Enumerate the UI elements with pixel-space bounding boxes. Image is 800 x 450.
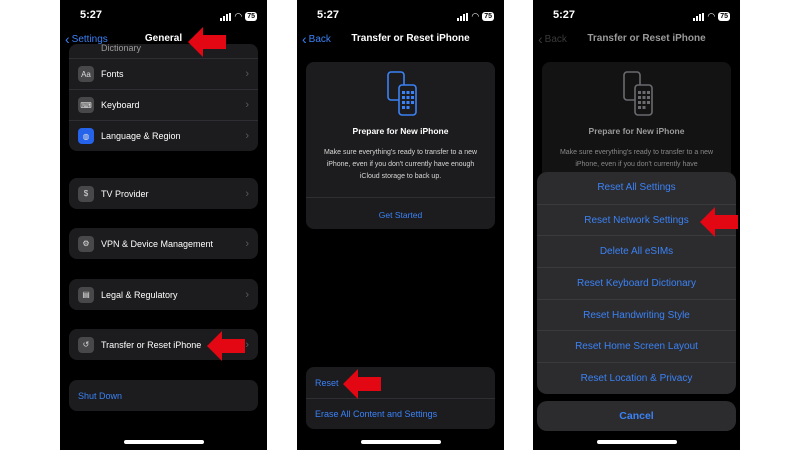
annotation-arrow-transfer — [207, 331, 245, 361]
reset-handwriting-style-option[interactable]: Reset Handwriting Style — [537, 298, 736, 331]
erase-all-button[interactable]: Erase All Content and Settings — [306, 398, 495, 429]
list-item-fonts[interactable]: Aa Fonts › — [69, 58, 258, 89]
cancel-button[interactable]: Cancel — [537, 401, 736, 431]
chevron-right-icon: › — [245, 338, 249, 351]
settings-group-shutdown: Shut Down — [69, 380, 258, 411]
gear-icon: ⚙ — [78, 235, 94, 252]
fonts-icon: Aa — [78, 66, 94, 82]
tv-provider-icon: $ — [78, 185, 94, 202]
chevron-right-icon: › — [245, 68, 249, 80]
settings-group-legal: ▤ Legal & Regulatory › — [69, 279, 258, 310]
nav-bar: ‹ Back Transfer or Reset iPhone — [533, 32, 740, 49]
get-started-button[interactable]: Get Started — [306, 210, 495, 220]
settings-group-vpn: ⚙ VPN & Device Management › — [69, 228, 258, 259]
document-icon: ▤ — [78, 286, 94, 303]
chevron-right-icon: › — [245, 237, 249, 250]
wifi-icon: ◠ — [234, 11, 243, 21]
list-item-language-region[interactable]: ◍ Language & Region › — [69, 120, 258, 151]
annotation-arrow-general — [188, 27, 226, 57]
list-item-tv-provider[interactable]: $ TV Provider › — [69, 178, 258, 209]
cellular-signal-icon — [693, 12, 705, 21]
reset-action-sheet: Reset All Settings Reset Network Setting… — [537, 172, 736, 394]
cellular-signal-icon — [457, 12, 469, 21]
page-title: General — [144, 33, 183, 44]
chevron-right-icon: › — [245, 288, 249, 301]
page-title: Transfer or Reset iPhone — [587, 33, 706, 44]
home-indicator — [597, 440, 677, 444]
status-bar: 5:27 ◠ 75 — [297, 9, 504, 25]
reset-keyboard-dictionary-option[interactable]: Reset Keyboard Dictionary — [537, 267, 736, 299]
shut-down-button[interactable]: Shut Down — [69, 380, 258, 411]
keyboard-icon: ⌨ — [78, 97, 94, 113]
battery-icon: 75 — [718, 12, 730, 21]
phone-screen-transfer-reset: 5:27 ◠ 75 ‹ Back Transfer or Reset iPhone — [297, 0, 504, 450]
reset-button[interactable]: Reset — [306, 367, 495, 398]
reset-arrow-icon: ↺ — [78, 336, 94, 353]
home-indicator — [361, 440, 441, 444]
list-item-dictionary[interactable]: Dictionary — [69, 44, 258, 58]
list-item-vpn[interactable]: ⚙ VPN & Device Management › — [69, 228, 258, 259]
wifi-icon: ◠ — [471, 11, 480, 21]
phone-screen-general: 5:27 ◠ 75 ‹ Settings General Dictionary A… — [60, 0, 267, 450]
tutorial-canvas: 5:27 ◠ 75 ‹ Settings General Dictionary A… — [0, 0, 800, 450]
reset-home-screen-layout-option[interactable]: Reset Home Screen Layout — [537, 330, 736, 362]
chevron-right-icon: › — [245, 99, 249, 111]
nav-bar: ‹ Back Transfer or Reset iPhone — [297, 32, 504, 49]
card-description: Make sure everything's ready to transfer… — [559, 149, 714, 168]
chevron-right-icon: › — [245, 187, 249, 200]
list-item-legal[interactable]: ▤ Legal & Regulatory › — [69, 279, 258, 310]
reset-location-privacy-option[interactable]: Reset Location & Privacy — [537, 362, 736, 394]
card-description: Make sure everything's ready to transfer… — [323, 149, 478, 180]
settings-group-tv: $ TV Provider › — [69, 178, 258, 209]
annotation-arrow-reset — [343, 369, 381, 399]
page-title: Transfer or Reset iPhone — [351, 33, 470, 44]
delete-all-esims-option[interactable]: Delete All eSIMs — [537, 235, 736, 267]
card-title: Prepare for New iPhone — [588, 126, 685, 136]
status-time: 5:27 — [553, 9, 576, 21]
two-phones-icon — [387, 71, 417, 116]
reset-group: Reset Erase All Content and Settings — [306, 367, 495, 429]
reset-all-settings-option[interactable]: Reset All Settings — [537, 172, 736, 204]
prepare-card: Prepare for New iPhone Make sure everyth… — [306, 62, 495, 229]
cellular-signal-icon — [220, 12, 232, 21]
list-item-keyboard[interactable]: ⌨ Keyboard › — [69, 89, 258, 120]
battery-icon: 75 — [482, 12, 494, 21]
wifi-icon: ◠ — [707, 11, 716, 21]
two-phones-icon — [623, 71, 653, 116]
status-bar: 5:27 ◠ 75 — [533, 9, 740, 25]
chevron-right-icon: › — [245, 130, 249, 142]
card-title: Prepare for New iPhone — [352, 126, 449, 136]
settings-group-input: Dictionary Aa Fonts › ⌨ Keyboard › ◍ Lan… — [69, 44, 258, 151]
status-time: 5:27 — [317, 9, 340, 21]
battery-icon: 75 — [245, 12, 257, 21]
globe-icon: ◍ — [78, 128, 94, 144]
status-bar: 5:27 ◠ 75 — [60, 9, 267, 25]
home-indicator — [124, 440, 204, 444]
annotation-arrow-network — [700, 207, 738, 237]
status-time: 5:27 — [80, 9, 103, 21]
